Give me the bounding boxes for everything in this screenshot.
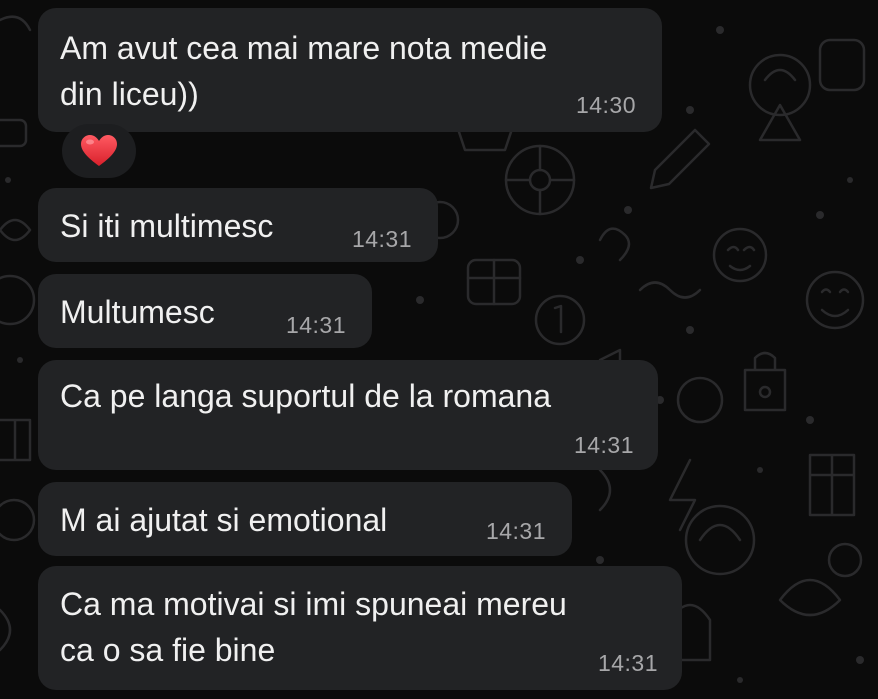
- message-bubble[interactable]: Ca ma motivai si imi spuneai mereu ca o …: [38, 566, 682, 690]
- message-text: Ca pe langa suportul de la romana: [60, 378, 551, 414]
- message-timestamp: 14:31: [351, 226, 412, 252]
- message-bubble[interactable]: M ai ajutat si emotional 14:31: [38, 482, 572, 556]
- message-bubble[interactable]: Multumesc 14:31: [38, 274, 372, 348]
- message-timestamp: 14:31: [485, 518, 546, 544]
- message-text: Multumesc: [60, 294, 215, 330]
- message-text: Ca ma motivai si imi spuneai mereu: [60, 586, 567, 622]
- message-timestamp: 14:30: [575, 92, 636, 118]
- message-timestamp: 14:31: [285, 312, 346, 338]
- message-timestamp: 14:31: [597, 650, 658, 676]
- message-bubble[interactable]: Ca pe langa suportul de la romana 14:31: [38, 360, 658, 470]
- message-text: Am avut cea mai mare nota medie: [60, 30, 548, 66]
- heart-icon: [81, 135, 117, 166]
- message-text: Si iti multimesc: [60, 208, 274, 244]
- message-text: M ai ajutat si emotional: [60, 502, 388, 538]
- message-text: ca o sa fie bine: [60, 632, 276, 668]
- message-bubble[interactable]: Am avut cea mai mare nota medie din lice…: [38, 8, 662, 132]
- chat-thread: Am avut cea mai mare nota medie din lice…: [0, 0, 878, 699]
- message-bubble[interactable]: Si iti multimesc 14:31: [38, 188, 438, 262]
- reaction-badge[interactable]: [62, 124, 136, 178]
- message-text: din liceu)): [60, 76, 199, 112]
- message-timestamp: 14:31: [573, 432, 634, 458]
